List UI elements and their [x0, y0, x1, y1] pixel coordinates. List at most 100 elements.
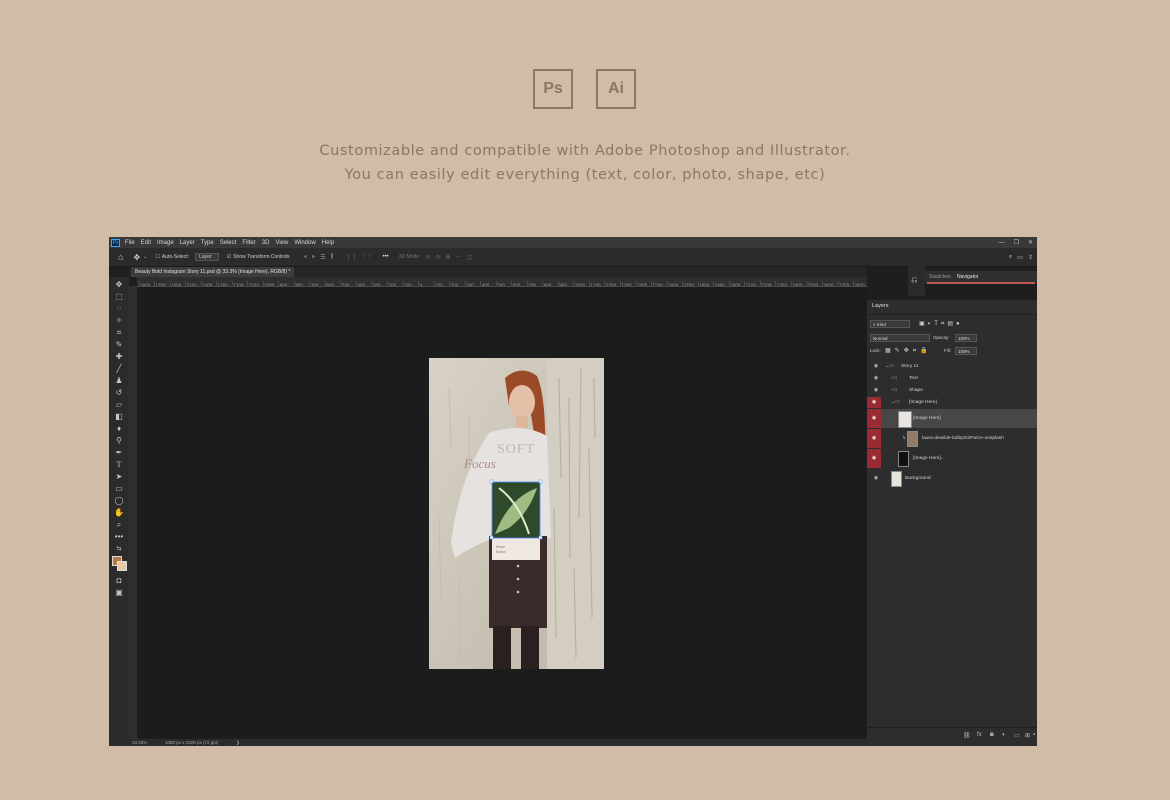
adjustment-icon[interactable]: ◐ — [1002, 732, 1006, 738]
align-right-icon[interactable]: ☰ — [320, 254, 325, 261]
lock-icons[interactable]: ▦✎✥⌗🔒 — [885, 347, 932, 355]
restore-icon[interactable]: ❐ — [1014, 239, 1019, 246]
layer-filter-kind[interactable]: ⌕ Kind — [870, 320, 910, 328]
path-selection-tool-icon[interactable]: ➤ — [114, 472, 124, 482]
background-color-swatch[interactable] — [117, 561, 127, 571]
distribute-h-icon[interactable]: ⫶ — [369, 254, 371, 261]
home-icon[interactable]: ⌂ — [118, 252, 123, 262]
distribute-v-icon[interactable]: ⫶ — [362, 254, 364, 261]
more-tools-icon[interactable]: ••• — [114, 532, 124, 542]
tab-document[interactable]: Beauty Bold Instagram Story 11.psd @ 33.… — [131, 267, 295, 277]
menu-help[interactable]: Help — [322, 240, 334, 246]
layer-row-background[interactable]: ◉ Background — [867, 469, 1037, 488]
visibility-eye-icon[interactable]: ◉ — [867, 429, 881, 448]
show-transform-checkbox[interactable]: ☑ — [227, 254, 231, 260]
trash-icon[interactable]: ▪ — [1033, 732, 1035, 738]
shape-tool-icon[interactable]: ▭ — [114, 484, 124, 494]
3d-camera-icon[interactable]: ◫ — [467, 254, 473, 261]
layer-row-image-here[interactable]: ◉ [Image Here] — [867, 409, 1037, 428]
fill-label: Fill: — [944, 348, 951, 353]
move-tool-icon[interactable]: ✥ — [114, 280, 124, 290]
menu-view[interactable]: View — [275, 240, 288, 246]
link-icon[interactable]: ⛓ — [963, 732, 971, 739]
menu-type[interactable]: Type — [201, 240, 214, 246]
menu-file[interactable]: File — [125, 240, 135, 246]
layer-filter-icons[interactable]: ▣◐T⌗▤● — [919, 320, 963, 328]
visibility-eye-icon[interactable]: ◉ — [871, 361, 881, 372]
minimize-icon[interactable]: — — [999, 240, 1005, 246]
fx-icon[interactable]: fx — [977, 732, 982, 738]
menu-layer[interactable]: Layer — [180, 240, 195, 246]
menu-3d[interactable]: 3D — [262, 240, 270, 246]
workspace-icon[interactable]: ▭ — [1017, 254, 1023, 261]
align-center-icon[interactable]: ⫸ — [312, 254, 315, 261]
eraser-tool-icon[interactable]: ▱ — [114, 400, 124, 410]
history-icon[interactable]: ⎌ — [911, 275, 917, 285]
auto-select-checkbox[interactable]: ☐ — [155, 254, 159, 260]
pen-tool-icon[interactable]: ✒ — [114, 448, 124, 458]
mask-icon[interactable]: ◙ — [990, 732, 994, 738]
more-options-icon[interactable]: ••• — [382, 254, 388, 260]
align-left-icon[interactable]: ⫷ — [304, 254, 307, 261]
folder-icon[interactable]: ▭ — [1014, 732, 1020, 739]
distribute-icon[interactable]: ⋮⋮ — [345, 254, 357, 261]
menu-select[interactable]: Select — [220, 240, 237, 246]
3d-slide-icon[interactable]: ⇔ — [456, 254, 462, 260]
layers-panel-title[interactable]: Layers — [872, 303, 889, 309]
layer-row-text[interactable]: ◉ ›▭ Text — [867, 373, 1037, 384]
menu-filter[interactable]: Filter — [242, 240, 255, 246]
blend-mode-select[interactable]: Normal — [870, 334, 930, 342]
layer-row-unsplash-photo[interactable]: ◉ ↳ laura-dewilde-bdibpSSPaOA-unsplash — [867, 429, 1037, 448]
3d-roll-icon[interactable]: ⟳ — [436, 254, 441, 261]
chevron-down-icon[interactable]: ⌄ — [143, 254, 147, 260]
close-icon[interactable]: ✕ — [1028, 239, 1033, 246]
menu-edit[interactable]: Edit — [141, 240, 151, 246]
dodge-tool-icon[interactable]: ⚲ — [114, 436, 124, 446]
screen-mode-icon[interactable]: ▣ — [114, 588, 124, 598]
new-layer-icon[interactable]: ⊞ — [1025, 732, 1030, 739]
layer-row-image-here-group[interactable]: ◉ ⌄▭ [Image Here] — [867, 397, 1037, 408]
move-tool-icon[interactable]: ✥ — [133, 253, 140, 262]
layer-row-story-11[interactable]: ◉ ⌄▭ Story 11 — [867, 361, 1037, 372]
search-icon[interactable]: ⌕ — [1009, 254, 1012, 261]
visibility-eye-icon[interactable]: ◉ — [867, 397, 881, 408]
opacity-field[interactable]: 100% — [955, 334, 977, 342]
layer-row-shape[interactable]: ◉ ›▭ Shape — [867, 385, 1037, 396]
marquee-tool-icon[interactable]: ⬚ — [114, 292, 124, 302]
blur-tool-icon[interactable]: ♦ — [114, 424, 124, 434]
menu-image[interactable]: Image — [157, 240, 174, 246]
share-icon[interactable]: ⇪ — [1028, 254, 1033, 261]
align-top-icon[interactable]: ⫼ — [331, 254, 334, 261]
ellipse-tool-icon[interactable]: ◯ — [114, 496, 124, 506]
lasso-tool-icon[interactable]: ◌ — [114, 304, 124, 314]
gradient-tool-icon[interactable]: ◧ — [114, 412, 124, 422]
hand-tool-icon[interactable]: ✋ — [114, 508, 124, 518]
menu-window[interactable]: Window — [294, 240, 315, 246]
zoom-tool-icon[interactable]: ⌕ — [114, 520, 124, 530]
swap-colors-icon[interactable]: ⇆ — [114, 544, 124, 554]
3d-pan-icon[interactable]: ✥ — [446, 254, 451, 261]
magic-wand-tool-icon[interactable]: ✧ — [114, 316, 124, 326]
stamp-tool-icon[interactable]: ♟ — [114, 376, 124, 386]
zoom-level[interactable]: 33.33% — [132, 739, 147, 746]
layer-thumbnail — [907, 431, 918, 447]
history-brush-tool-icon[interactable]: ↺ — [114, 388, 124, 398]
brush-tool-icon[interactable]: ╱ — [114, 364, 124, 374]
document-canvas[interactable]: SOFT Focus Small Button — [429, 358, 604, 669]
layer-name: Shape — [909, 388, 923, 393]
visibility-eye-icon[interactable]: ◉ — [871, 373, 881, 384]
quick-mask-icon[interactable]: ◘ — [114, 576, 124, 586]
auto-select-dropdown[interactable]: Layer — [195, 253, 219, 261]
visibility-eye-icon[interactable]: ◉ — [871, 385, 881, 396]
crop-tool-icon[interactable]: ⌗ — [114, 328, 124, 338]
3d-orbit-icon[interactable]: ⟲ — [425, 254, 430, 261]
status-arrow-icon[interactable]: ❯ — [236, 739, 240, 746]
visibility-eye-icon[interactable]: ◉ — [867, 449, 881, 468]
visibility-eye-icon[interactable]: ◉ — [871, 469, 881, 481]
layer-row-image-here-shape[interactable]: ◉ [Image Here]... — [867, 449, 1037, 468]
healing-tool-icon[interactable]: ✚ — [114, 352, 124, 362]
visibility-eye-icon[interactable]: ◉ — [867, 409, 881, 428]
type-tool-icon[interactable]: T — [114, 460, 124, 470]
eyedropper-tool-icon[interactable]: ✎ — [114, 340, 124, 350]
fill-field[interactable]: 100% — [955, 347, 977, 355]
